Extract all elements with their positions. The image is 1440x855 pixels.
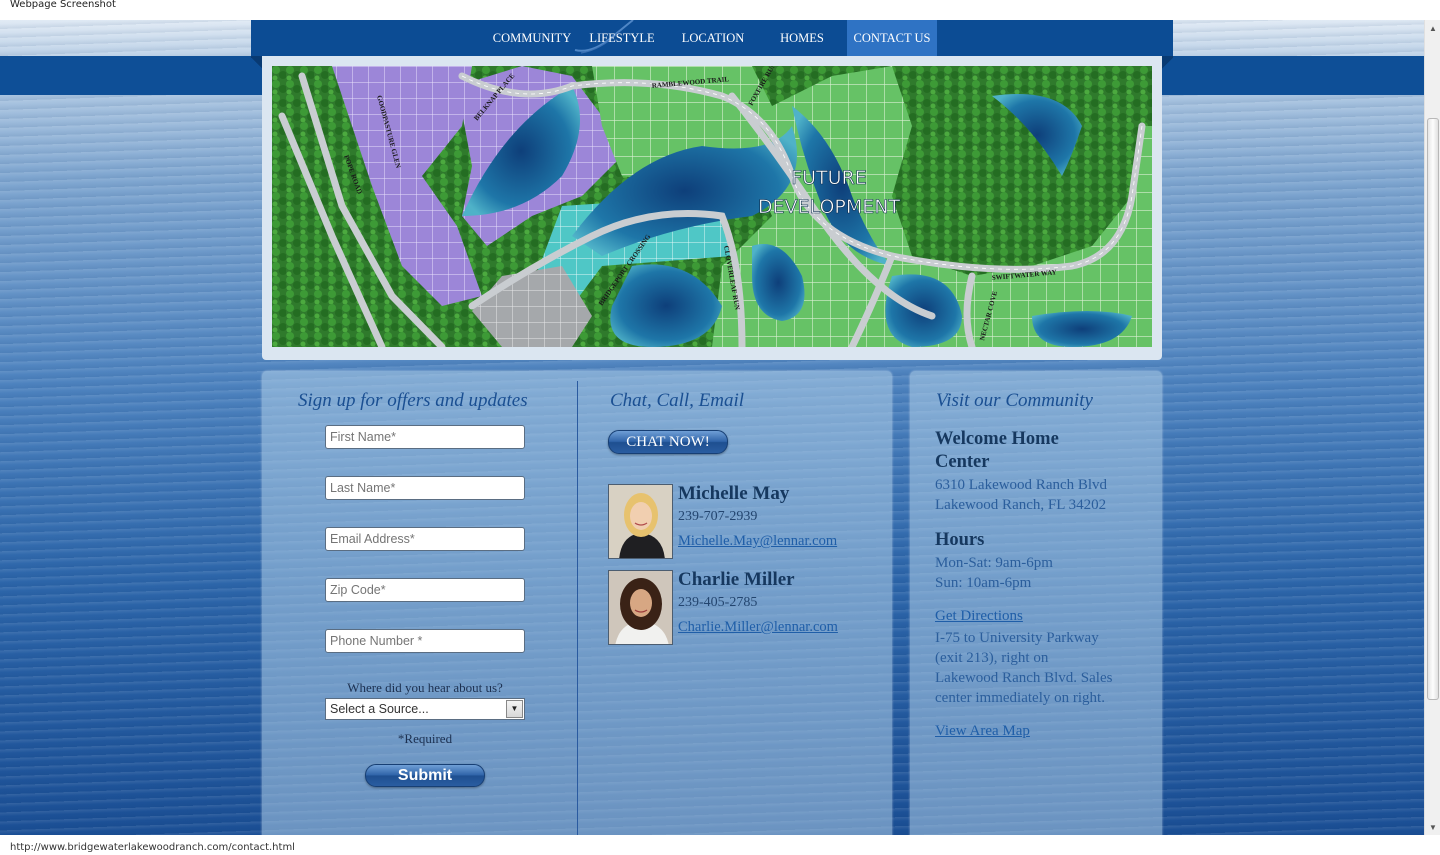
nav-community[interactable]: COMMUNITY (489, 20, 575, 56)
agent-email-link[interactable]: Charlie.Miller@lennar.com (678, 619, 838, 636)
nav-lifestyle[interactable]: LIFESTYLE (585, 20, 659, 56)
screenshot-caption: Webpage Screenshot (10, 0, 116, 10)
future-development-line2: DEVELOPMENT (758, 196, 901, 218)
signup-heading: Sign up for offers and updates (298, 390, 528, 411)
agent-name: Michelle May (678, 483, 790, 504)
submit-button[interactable]: Submit (365, 764, 485, 787)
get-directions-link[interactable]: Get Directions (935, 608, 1023, 625)
column-divider (577, 381, 578, 835)
center-title-line1: Welcome Home (935, 429, 1059, 449)
directions-line4: center immediately on right. (935, 690, 1105, 706)
chat-now-button[interactable]: CHAT NOW! (608, 430, 728, 454)
directions-line3: Lakewood Ranch Blvd. Sales (935, 670, 1113, 686)
visit-heading: Visit our Community (936, 390, 1093, 411)
email-field[interactable] (325, 527, 525, 551)
first-name-field[interactable] (325, 425, 525, 449)
source-select-value: Select a Source... (330, 702, 429, 716)
site-plan-map: RAMBLEWOOD TRAIL FOXFIRE RUN GOODPASTURE… (272, 66, 1152, 347)
source-select[interactable]: Select a Source... ▼ (325, 698, 525, 720)
address-line1: 6310 Lakewood Ranch Blvd (935, 477, 1108, 493)
scroll-up-icon[interactable]: ▲ (1425, 20, 1440, 36)
nav-homes[interactable]: HOMES (767, 20, 837, 56)
agent-phone: 239-707-2939 (678, 509, 758, 524)
banner-fold-right (1162, 56, 1173, 70)
site-plan-illustration: RAMBLEWOOD TRAIL FOXFIRE RUN GOODPASTURE… (272, 66, 1152, 347)
page-viewport: COMMUNITY LIFESTYLE LOCATION HOMES CONTA… (0, 20, 1424, 835)
agent-photo-michelle (608, 484, 673, 559)
phone-field[interactable] (325, 629, 525, 653)
scroll-down-icon[interactable]: ▼ (1425, 819, 1440, 835)
scrollbar-thumb[interactable] (1427, 118, 1439, 700)
contact-heading: Chat, Call, Email (610, 390, 745, 411)
address-line2: Lakewood Ranch, FL 34202 (935, 497, 1107, 513)
view-area-map-link[interactable]: View Area Map (935, 723, 1030, 740)
source-label: Where did you hear about us? (347, 680, 503, 695)
future-development-line1: FUTURE (791, 167, 867, 189)
vertical-scrollbar[interactable]: ▲ ▼ (1424, 20, 1440, 835)
required-note: *Required (397, 731, 453, 746)
agent-photo-charlie (608, 570, 673, 645)
agent-name: Charlie Miller (678, 569, 795, 590)
hours-title: Hours (935, 530, 985, 550)
hours-weekday: Mon-Sat: 9am-6pm (935, 555, 1053, 571)
banner-fold-left (251, 56, 262, 70)
directions-line1: I-75 to University Parkway (935, 630, 1099, 646)
directions-line2: (exit 213), right on (935, 650, 1049, 666)
hours-sunday: Sun: 10am-6pm (935, 575, 1032, 591)
status-bar-url: http://www.bridgewaterlakewoodranch.com/… (0, 835, 1440, 855)
center-title-line2: Center (935, 452, 990, 472)
nav-location[interactable]: LOCATION (673, 20, 753, 56)
agent-phone: 239-405-2785 (678, 595, 758, 610)
agent-email-link[interactable]: Michelle.May@lennar.com (678, 533, 837, 550)
zip-code-field[interactable] (325, 578, 525, 602)
nav-contact-us[interactable]: CONTACT US (847, 20, 937, 56)
chevron-down-icon[interactable]: ▼ (506, 700, 523, 718)
last-name-field[interactable] (325, 476, 525, 500)
main-nav: COMMUNITY LIFESTYLE LOCATION HOMES CONTA… (251, 20, 1173, 56)
